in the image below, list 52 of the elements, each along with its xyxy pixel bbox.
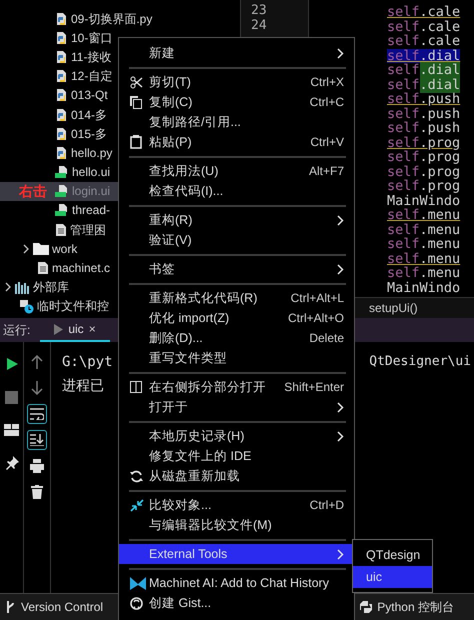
file-name: 11-接收	[71, 48, 112, 66]
shortcut-label: Alt+F7	[308, 163, 344, 180]
code-line: self.dial	[387, 63, 460, 78]
code-line: self.prog	[387, 179, 460, 194]
shortcut-label: Ctrl+C	[310, 94, 344, 111]
code-line: self.push	[387, 106, 460, 121]
file-name: 外部库	[33, 279, 69, 296]
file-name: hello.py	[71, 144, 112, 162]
line-number: 23	[251, 4, 267, 18]
file-name: machinet.c	[52, 260, 110, 278]
file-name: 014-多	[71, 106, 108, 124]
file-name: 12-自定	[71, 68, 112, 86]
file-name: work	[52, 240, 78, 258]
file-name: 09-切换界面.py	[71, 10, 152, 28]
file-name: login.ui	[72, 183, 110, 200]
file-name: thread-	[72, 202, 110, 220]
file-name: hello.ui	[72, 164, 110, 182]
code-line: self.prog	[387, 136, 460, 150]
shortcut-label: Ctrl+Alt+O	[288, 310, 344, 327]
console-output: QtDesigner\ui	[369, 353, 471, 372]
code-line: self.menu	[387, 208, 460, 222]
code-line: self.cale	[387, 20, 460, 34]
shortcut-label: Ctrl+V	[310, 134, 344, 151]
code-line: self.cale	[387, 34, 460, 48]
code-line: MainWindo	[387, 194, 460, 208]
file-name: 013-Qt	[71, 87, 108, 104]
annotation-label: 右击	[19, 182, 47, 201]
console-output: G:\pyt	[62, 352, 113, 372]
tab-label: uic	[68, 321, 84, 338]
code-line: self.push	[387, 92, 460, 106]
run-label: 运行:	[3, 322, 30, 339]
file-name: 临时文件和控	[37, 298, 109, 316]
code-line: self.menu	[387, 237, 460, 252]
shortcut-label: Ctrl+X	[310, 74, 344, 91]
line-number: 24	[251, 18, 267, 33]
code-line: self.push	[387, 121, 460, 136]
code-line: self.prog	[387, 164, 460, 179]
code-line: self.dial	[387, 78, 460, 92]
code-line: self.prog	[387, 150, 460, 164]
shortcut-label: Shift+Enter	[284, 379, 344, 396]
code-line: self.menu	[387, 252, 460, 266]
file-name: 015-多	[71, 126, 108, 143]
shortcut-label: Ctrl+D	[310, 497, 344, 514]
file-name: 管理困	[70, 222, 106, 239]
console-output: 进程已	[62, 376, 104, 396]
code-line: self.menu	[387, 266, 460, 280]
file-name: 10-窗口	[71, 30, 112, 47]
code-line: self.cale	[387, 5, 460, 20]
code-line: self.menu	[387, 222, 460, 237]
code-line: MainWindo	[387, 280, 460, 295]
shortcut-label: Ctrl+Alt+L	[290, 290, 344, 307]
shortcut-label: Delete	[309, 330, 344, 347]
